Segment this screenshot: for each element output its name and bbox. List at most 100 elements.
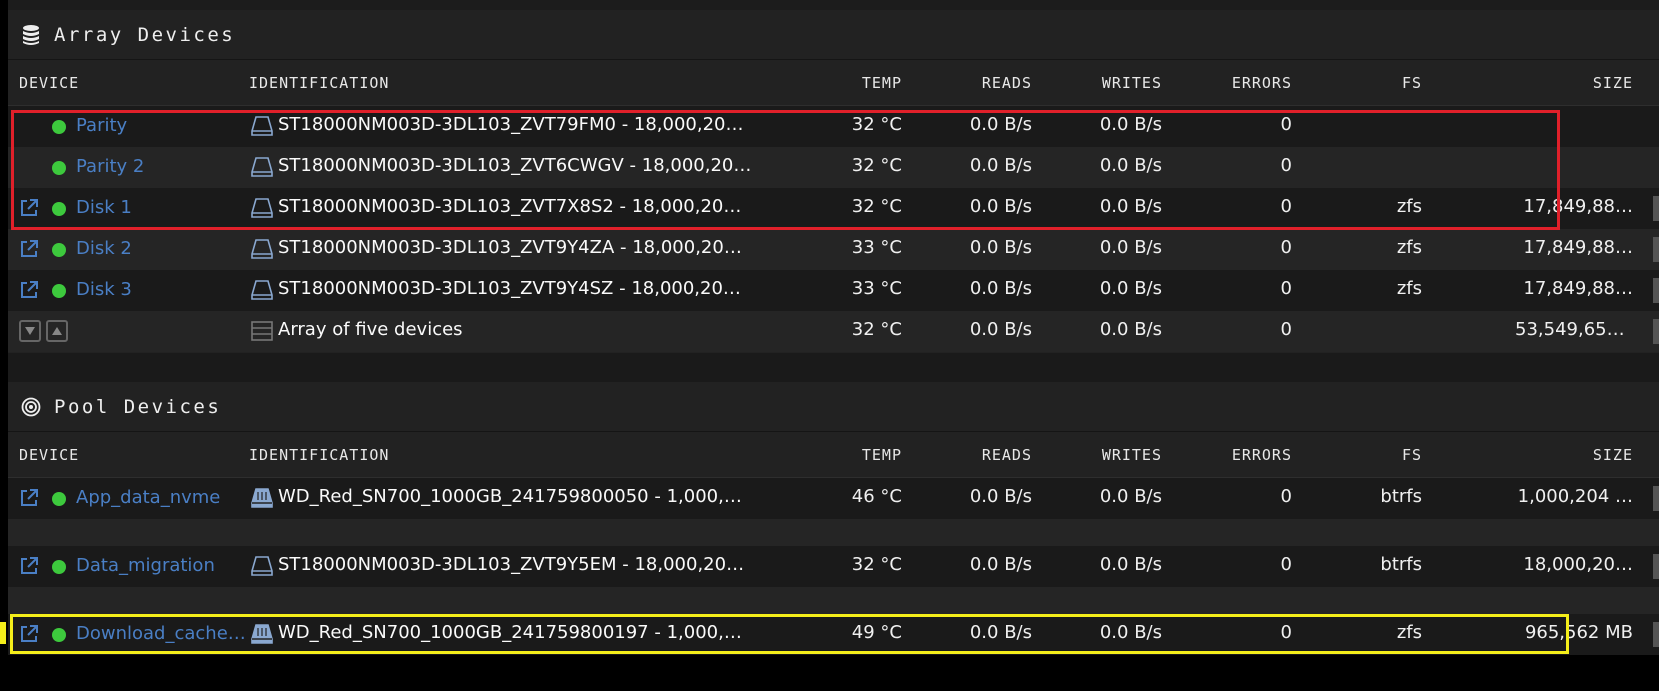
errors: 0 bbox=[1280, 237, 1292, 258]
writes: 0.0 B/s bbox=[1099, 278, 1162, 299]
external-link-icon[interactable] bbox=[19, 488, 39, 508]
device-link[interactable]: App_data_nvme bbox=[76, 487, 220, 508]
col-temp[interactable]: TEMP bbox=[862, 74, 902, 92]
pool-column-headers: DEVICE IDENTIFICATION TEMP READS WRITES … bbox=[8, 432, 1659, 478]
size: 18,000,20… bbox=[1523, 554, 1633, 575]
col-size[interactable]: SIZE bbox=[1593, 446, 1633, 464]
highlight-marker-yellow bbox=[0, 622, 6, 644]
temperature: 49 °C bbox=[851, 622, 902, 643]
writes: 0.0 B/s bbox=[1099, 554, 1162, 575]
writes: 0.0 B/s bbox=[1099, 114, 1162, 135]
hard-drive-icon bbox=[251, 157, 273, 177]
usage-bar bbox=[1653, 554, 1659, 579]
col-errors[interactable]: ERRORS bbox=[1232, 446, 1292, 464]
identification: ST18000NM003D-3DL103_ZVT9Y5EM - 18,000,2… bbox=[278, 554, 745, 575]
col-device[interactable]: DEVICE bbox=[19, 446, 79, 464]
filesystem: zfs bbox=[1396, 237, 1422, 258]
writes: 0.0 B/s bbox=[1099, 237, 1162, 258]
status-ok-dot bbox=[52, 202, 66, 216]
device-link[interactable]: Parity bbox=[76, 115, 127, 136]
col-writes[interactable]: WRITES bbox=[1102, 446, 1162, 464]
array-summary-label: Array of five devices bbox=[278, 319, 463, 340]
table-row: Disk 3 ST18000NM003D-3DL103_ZVT9Y4SZ - 1… bbox=[8, 270, 1659, 311]
reads: 0.0 B/s bbox=[969, 486, 1032, 507]
col-reads[interactable]: READS bbox=[982, 74, 1032, 92]
identification: ST18000NM003D-3DL103_ZVT79FM0 - 18,000,2… bbox=[278, 114, 744, 135]
pool-devices-title: Pool Devices bbox=[54, 395, 222, 418]
hard-drive-icon bbox=[251, 198, 273, 218]
pool-devices-header: Pool Devices bbox=[8, 382, 1659, 432]
nvme-drive-icon bbox=[251, 488, 273, 508]
status-ok-dot bbox=[52, 628, 66, 642]
filesystem: zfs bbox=[1396, 278, 1422, 299]
panel-gap bbox=[8, 353, 1659, 382]
expand-button[interactable] bbox=[46, 320, 68, 342]
col-temp[interactable]: TEMP bbox=[862, 446, 902, 464]
usage-bar bbox=[1653, 622, 1659, 647]
usage-bar bbox=[1653, 319, 1659, 344]
col-size[interactable]: SIZE bbox=[1593, 74, 1633, 92]
identification: WD_Red_SN700_1000GB_241759800050 - 1,000… bbox=[278, 486, 742, 507]
errors: 0 bbox=[1280, 554, 1292, 575]
writes: 0.0 B/s bbox=[1099, 155, 1162, 176]
usage-bar bbox=[1653, 278, 1659, 303]
col-identification[interactable]: IDENTIFICATION bbox=[249, 74, 389, 92]
reads: 0.0 B/s bbox=[969, 622, 1032, 643]
filesystem: btrfs bbox=[1380, 554, 1422, 575]
hard-drive-icon bbox=[251, 280, 273, 300]
triangle-down-icon bbox=[25, 327, 35, 335]
writes: 0.0 B/s bbox=[1099, 196, 1162, 217]
status-ok-dot bbox=[52, 284, 66, 298]
external-link-icon[interactable] bbox=[19, 624, 39, 644]
table-row: Data_migration ST18000NM003D-3DL103_ZVT9… bbox=[8, 546, 1659, 587]
col-writes[interactable]: WRITES bbox=[1102, 74, 1162, 92]
external-link-icon[interactable] bbox=[19, 556, 39, 576]
device-link[interactable]: Disk 2 bbox=[76, 238, 132, 259]
device-link[interactable]: Disk 3 bbox=[76, 279, 132, 300]
device-link[interactable]: Data_migration bbox=[76, 555, 215, 576]
external-link-icon[interactable] bbox=[19, 198, 39, 218]
status-ok-dot bbox=[52, 120, 66, 134]
device-link[interactable]: Disk 1 bbox=[76, 197, 132, 218]
pool-spacer bbox=[8, 587, 1659, 614]
size: 53,549,652… bbox=[1515, 319, 1633, 340]
table-row: Disk 1 ST18000NM003D-3DL103_ZVT7X8S2 - 1… bbox=[8, 188, 1659, 229]
col-identification[interactable]: IDENTIFICATION bbox=[249, 446, 389, 464]
collapse-button[interactable] bbox=[19, 320, 41, 342]
filesystem: zfs bbox=[1396, 196, 1422, 217]
size: 17,849,88… bbox=[1523, 278, 1633, 299]
identification: ST18000NM003D-3DL103_ZVT7X8S2 - 18,000,2… bbox=[278, 196, 742, 217]
temperature: 32 °C bbox=[851, 319, 902, 340]
col-errors[interactable]: ERRORS bbox=[1232, 74, 1292, 92]
reads: 0.0 B/s bbox=[969, 554, 1032, 575]
array-summary-row: Array of five devices 32 °C 0.0 B/s 0.0 … bbox=[8, 311, 1659, 352]
array-icon bbox=[251, 321, 273, 341]
external-link-icon[interactable] bbox=[19, 280, 39, 300]
external-link-icon[interactable] bbox=[19, 239, 39, 259]
col-fs[interactable]: FS bbox=[1402, 446, 1422, 464]
array-column-headers: DEVICE IDENTIFICATION TEMP READS WRITES … bbox=[8, 60, 1659, 106]
errors: 0 bbox=[1280, 319, 1292, 340]
database-icon bbox=[20, 24, 42, 46]
device-link[interactable]: Parity 2 bbox=[76, 156, 144, 177]
col-device[interactable]: DEVICE bbox=[19, 74, 79, 92]
temperature: 32 °C bbox=[851, 155, 902, 176]
size: 965,562 MB bbox=[1524, 622, 1633, 643]
device-link[interactable]: Download_cache… bbox=[76, 623, 246, 644]
reads: 0.0 B/s bbox=[969, 114, 1032, 135]
array-devices-header: Array Devices bbox=[8, 10, 1659, 60]
pool-devices-panel: Pool Devices DEVICE IDENTIFICATION TEMP … bbox=[8, 382, 1659, 691]
pool-spacer bbox=[8, 519, 1659, 546]
col-fs[interactable]: FS bbox=[1402, 74, 1422, 92]
errors: 0 bbox=[1280, 196, 1292, 217]
status-ok-dot bbox=[52, 492, 66, 506]
errors: 0 bbox=[1280, 278, 1292, 299]
size: 17,849,88… bbox=[1523, 196, 1633, 217]
triangle-up-icon bbox=[52, 327, 62, 335]
table-row: Download_cache… WD_Red_SN700_1000GB_2417… bbox=[8, 614, 1659, 655]
table-row: Parity ST18000NM003D-3DL103_ZVT79FM0 - 1… bbox=[8, 106, 1659, 147]
col-reads[interactable]: READS bbox=[982, 446, 1032, 464]
writes: 0.0 B/s bbox=[1099, 319, 1162, 340]
identification: ST18000NM003D-3DL103_ZVT9Y4SZ - 18,000,2… bbox=[278, 278, 741, 299]
errors: 0 bbox=[1280, 622, 1292, 643]
